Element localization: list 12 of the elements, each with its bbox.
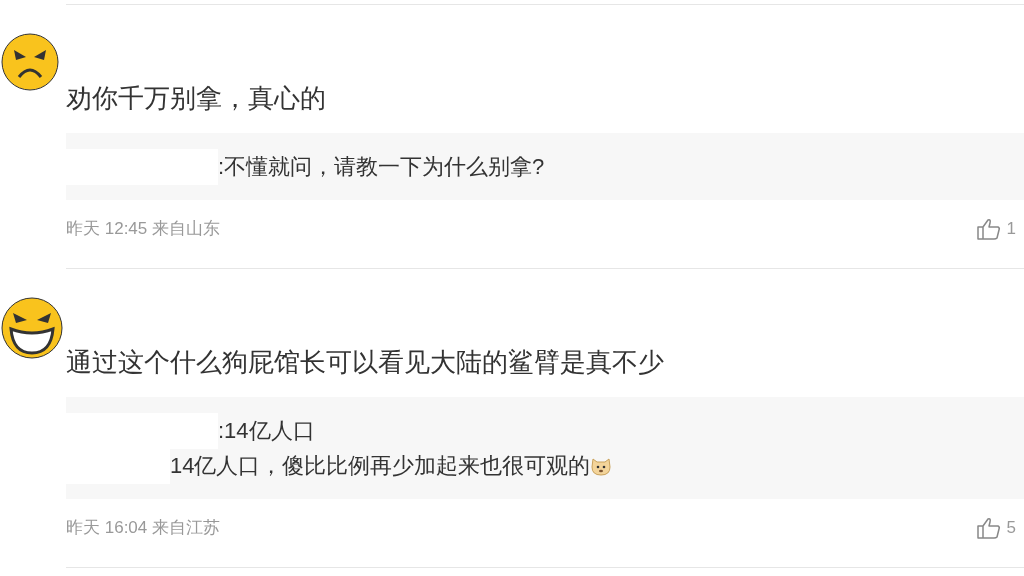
thumbs-up-icon: [976, 517, 1001, 539]
reply-text: :14亿人口: [218, 417, 315, 445]
thumbs-up-icon: [976, 218, 1001, 240]
comment-text: 劝你千万别拿，真心的: [66, 83, 326, 113]
comment-meta: 昨天 12:45 来自山东: [66, 218, 220, 241]
comment-text: 通过这个什么狗屁馆长可以看见大陆的鲨臂是真不少: [66, 347, 664, 377]
angry-face-icon: [1, 33, 59, 91]
comment-meta: 昨天 16:04 来自江苏: [66, 517, 220, 540]
reply-text: 14亿人口，傻比比例再少加起来也很可观的: [170, 452, 591, 480]
like-button[interactable]: 1: [976, 216, 1016, 242]
like-button[interactable]: 5: [976, 515, 1016, 541]
reply-text: :不懂就问，请教一下为什么别拿?: [218, 153, 545, 181]
